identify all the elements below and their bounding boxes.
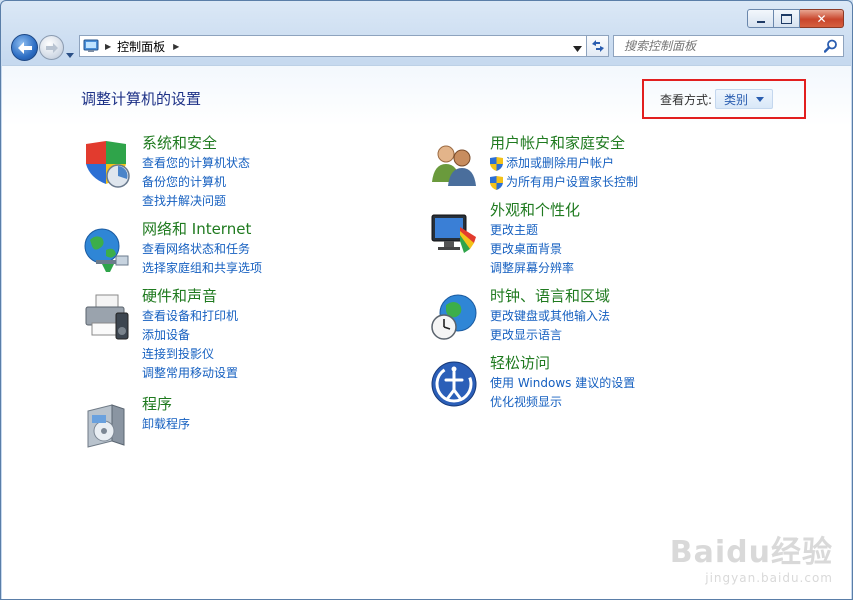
link-windows-recommended-settings[interactable]: 使用 Windows 建议的设置 <box>490 374 635 393</box>
category-title[interactable]: 轻松访问 <box>490 352 635 374</box>
link-view-network-status[interactable]: 查看网络状态和任务 <box>142 240 262 259</box>
category-title[interactable]: 程序 <box>142 393 190 415</box>
view-by-highlight: 查看方式: 类别 <box>642 79 806 119</box>
link-connect-projector[interactable]: 连接到投影仪 <box>142 345 238 364</box>
caption-buttons: ✕ <box>747 9 844 28</box>
link-find-fix-problems[interactable]: 查找并解决问题 <box>142 192 250 211</box>
navigation-bar: ▶ 控制面板 ▶ <box>11 34 844 62</box>
maximize-icon <box>781 13 792 24</box>
close-button[interactable]: ✕ <box>800 9 844 28</box>
page-title: 调整计算机的设置 <box>81 90 202 108</box>
category-title[interactable]: 硬件和声音 <box>142 285 238 307</box>
view-by-label: 查看方式: <box>660 92 713 107</box>
printer-speaker-icon <box>85 294 129 340</box>
category-title[interactable]: 网络和 Internet <box>142 218 262 240</box>
category-title[interactable]: 系统和安全 <box>142 132 250 154</box>
category-title[interactable]: 时钟、语言和区域 <box>490 285 610 307</box>
chevron-down-icon <box>756 96 765 102</box>
link-change-theme[interactable]: 更改主题 <box>490 221 580 240</box>
link-parental-controls[interactable]: 为所有用户设置家长控制 <box>490 173 638 192</box>
link-devices-printers[interactable]: 查看设备和打印机 <box>142 307 238 326</box>
address-bar[interactable]: ▶ 控制面板 ▶ <box>79 35 587 57</box>
link-uninstall-program[interactable]: 卸载程序 <box>142 415 190 434</box>
chevron-down-icon <box>573 46 582 52</box>
view-by-dropdown[interactable]: 类别 <box>715 89 774 109</box>
link-desktop-background[interactable]: 更改桌面背景 <box>490 240 580 259</box>
control-panel-window: ✕ ▶ 控制面板 ▶ 搜索控制面板 调整计算机的设置 查看方式: 类别 系统和安… <box>0 0 853 600</box>
uac-shield-icon <box>490 175 503 190</box>
users-icon <box>432 145 476 186</box>
close-icon: ✕ <box>816 11 827 26</box>
minimize-icon <box>756 20 765 23</box>
ease-of-access-icon <box>431 361 477 407</box>
watermark-brand: Baidu经验 <box>669 535 833 570</box>
link-backup-computer[interactable]: 备份您的计算机 <box>142 173 250 192</box>
category-title[interactable]: 用户帐户和家庭安全 <box>490 132 638 154</box>
link-display-language[interactable]: 更改显示语言 <box>490 326 610 345</box>
refresh-button[interactable] <box>587 35 609 57</box>
recent-pages-dropdown[interactable] <box>66 43 74 62</box>
back-button[interactable] <box>11 34 38 61</box>
control-panel-icon <box>83 39 99 52</box>
search-box[interactable] <box>613 35 844 57</box>
watermark-url: jingyan.baidu.com <box>705 571 833 585</box>
breadcrumb-separator-icon: ▶ <box>105 41 112 51</box>
security-shield-icon <box>86 141 130 188</box>
uac-shield-icon <box>490 156 503 171</box>
link-keyboard-input[interactable]: 更改键盘或其他输入法 <box>490 307 610 326</box>
link-add-device[interactable]: 添加设备 <box>142 326 238 345</box>
appearance-monitor-icon <box>431 214 476 253</box>
link-screen-resolution[interactable]: 调整屏幕分辨率 <box>490 259 580 278</box>
baidu-watermark: Baidu经验 jingyan.baidu.com <box>670 527 833 585</box>
link-text[interactable]: 为所有用户设置家长控制 <box>506 173 638 192</box>
forward-button[interactable] <box>39 35 64 60</box>
breadcrumb-separator-icon[interactable]: ▶ <box>173 42 179 51</box>
category-title[interactable]: 外观和个性化 <box>490 199 580 221</box>
network-globe-icon <box>84 228 129 272</box>
clock-globe-icon <box>431 294 477 340</box>
arrow-right-icon <box>45 42 58 53</box>
chevron-down-icon <box>66 53 74 58</box>
content-pane: 调整计算机的设置 查看方式: 类别 系统和安全 查看您的计算机状态 备份您的计算… <box>2 65 851 599</box>
programs-box-icon <box>87 404 125 448</box>
link-mobility-settings[interactable]: 调整常用移动设置 <box>142 364 238 383</box>
search-icon[interactable] <box>824 39 838 53</box>
link-add-remove-accounts[interactable]: 添加或删除用户帐户 <box>490 154 638 173</box>
maximize-button[interactable] <box>774 9 800 28</box>
link-optimize-visual-display[interactable]: 优化视频显示 <box>490 393 635 412</box>
link-view-computer-status[interactable]: 查看您的计算机状态 <box>142 154 250 173</box>
arrow-left-icon <box>17 41 32 54</box>
link-homegroup-sharing[interactable]: 选择家庭组和共享选项 <box>142 259 262 278</box>
refresh-icon <box>591 40 604 52</box>
search-input[interactable] <box>622 38 826 54</box>
view-by-value: 类别 <box>724 92 749 107</box>
minimize-button[interactable] <box>747 9 774 28</box>
address-dropdown[interactable] <box>573 41 582 55</box>
breadcrumb-control-panel[interactable]: 控制面板 <box>117 38 165 55</box>
link-text[interactable]: 添加或删除用户帐户 <box>506 154 614 173</box>
